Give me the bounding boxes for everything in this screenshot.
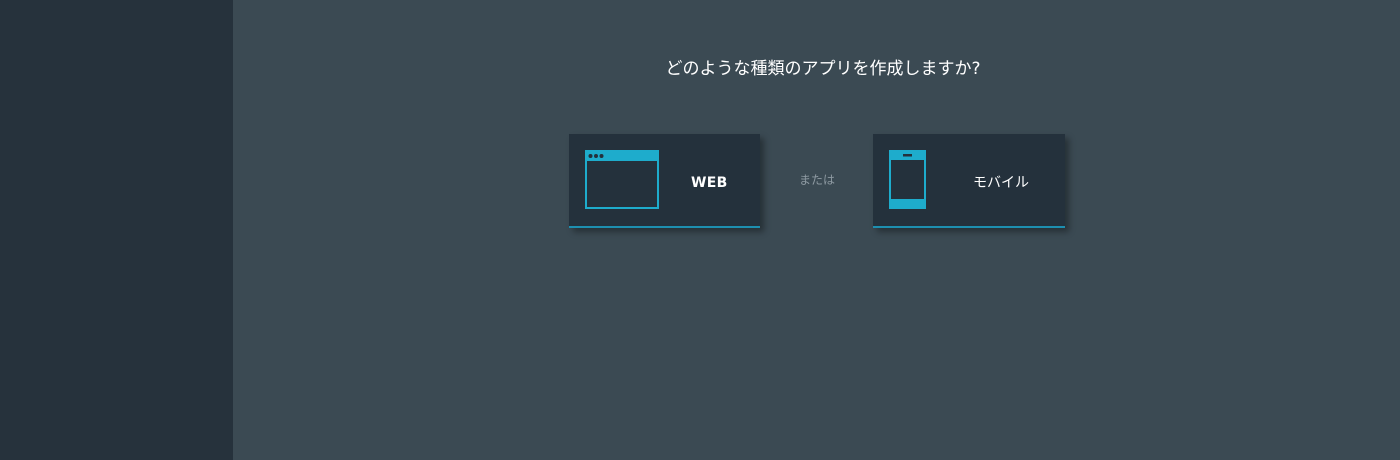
mobile-option-label: モバイル <box>973 175 1029 191</box>
web-option-label: WEB <box>691 175 728 191</box>
sidebar <box>0 0 233 460</box>
app-root: どのような種類のアプリを作成しますか? WEB または モバイル <box>0 0 1400 460</box>
mobile-app-option-button[interactable]: モバイル <box>873 134 1065 228</box>
or-separator: または <box>798 173 835 187</box>
web-app-option-button[interactable]: WEB <box>569 134 760 228</box>
main-content: どのような種類のアプリを作成しますか? WEB または モバイル <box>233 0 1400 460</box>
page-title: どのような種類のアプリを作成しますか? <box>665 59 981 79</box>
mobile-phone-icon <box>889 150 926 209</box>
browser-window-icon <box>585 150 659 209</box>
